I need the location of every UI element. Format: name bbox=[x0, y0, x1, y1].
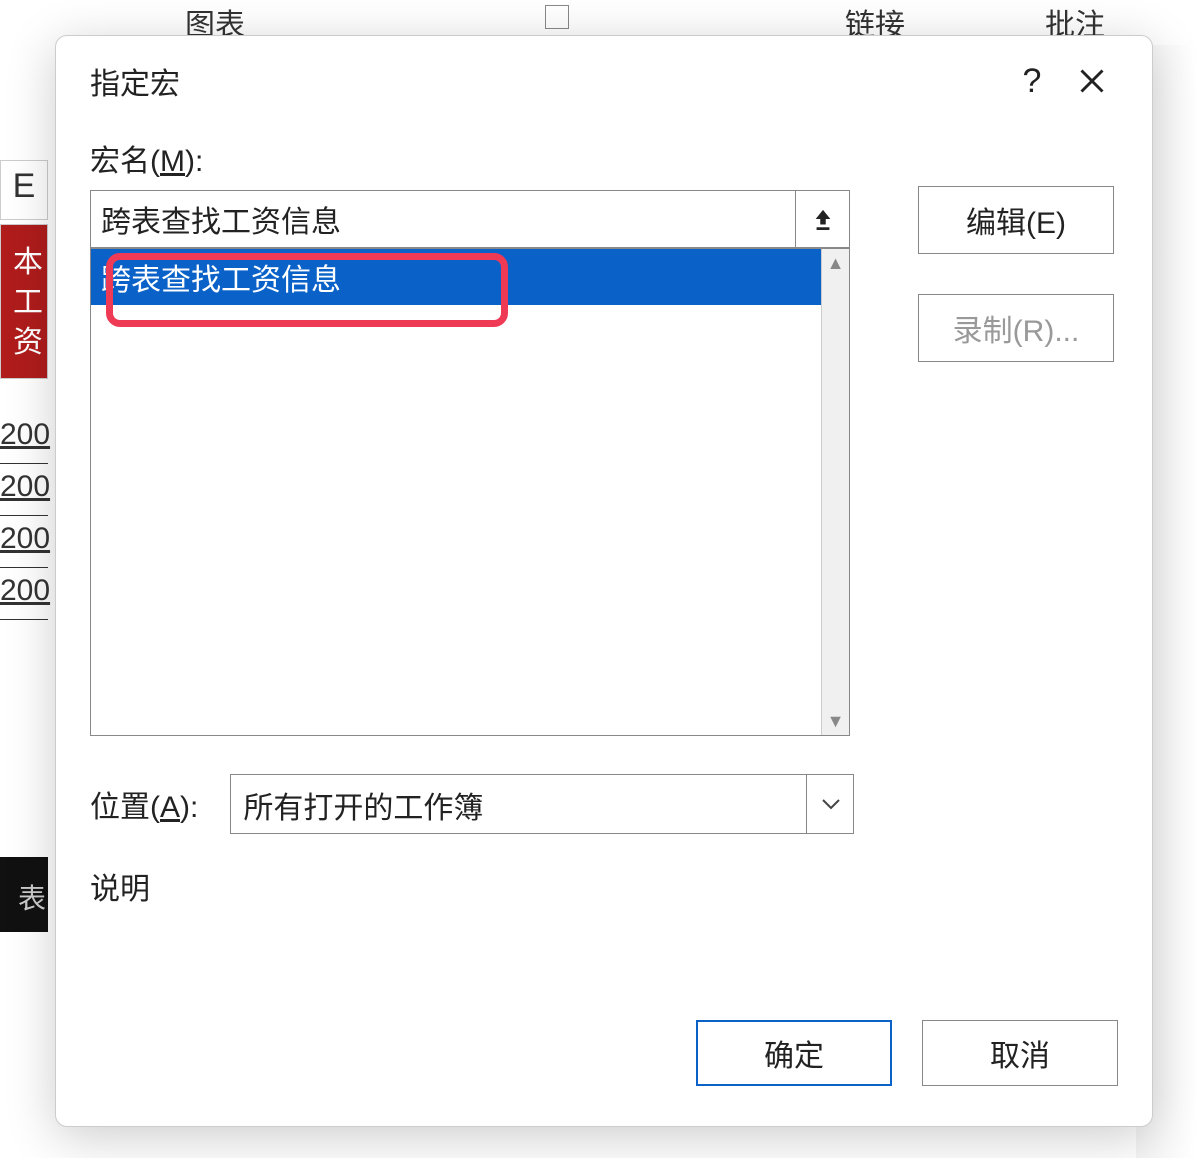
arrow-up-icon bbox=[812, 206, 834, 232]
macro-list: 跨表查找工资信息 ▲ ▼ bbox=[90, 248, 850, 736]
macro-name-label: 宏名(M): bbox=[90, 136, 888, 180]
cell-value[interactable]: 200 bbox=[0, 568, 48, 620]
dialog-title: 指定宏 bbox=[90, 59, 1002, 103]
scrollbar[interactable]: ▲ ▼ bbox=[821, 249, 849, 735]
ribbon-icon bbox=[545, 5, 569, 29]
cell-value[interactable]: 200 bbox=[0, 412, 48, 464]
dialog-footer: 确定 取消 bbox=[56, 1020, 1152, 1126]
location-label: 位置(A): bbox=[90, 782, 198, 826]
ok-button[interactable]: 确定 bbox=[696, 1020, 892, 1086]
location-select[interactable]: 所有打开的工作簿 bbox=[230, 774, 854, 834]
assign-macro-dialog: 指定宏 ? 宏名(M): bbox=[55, 35, 1153, 1127]
location-select-value[interactable]: 所有打开的工作簿 bbox=[230, 774, 854, 834]
macro-list-item[interactable]: 跨表查找工资信息 bbox=[91, 249, 821, 305]
close-button[interactable] bbox=[1062, 56, 1122, 106]
cancel-button[interactable]: 取消 bbox=[922, 1020, 1118, 1086]
macro-name-input-wrap bbox=[90, 190, 850, 248]
dialog-titlebar: 指定宏 ? bbox=[56, 36, 1152, 116]
description-label: 说明 bbox=[90, 864, 1118, 908]
collapse-button[interactable] bbox=[795, 191, 849, 247]
edit-button[interactable]: 编辑(E) bbox=[918, 186, 1114, 254]
sheet-button[interactable]: 表 bbox=[0, 857, 48, 932]
scroll-up-icon[interactable]: ▲ bbox=[822, 249, 849, 277]
record-button[interactable]: 录制(R)... bbox=[918, 294, 1114, 362]
close-icon bbox=[1078, 67, 1106, 95]
column-header[interactable]: E bbox=[0, 160, 48, 220]
macro-name-input[interactable] bbox=[91, 191, 795, 247]
cell-value[interactable]: 200 bbox=[0, 464, 48, 516]
cell-value[interactable]: 200 bbox=[0, 516, 48, 568]
chevron-down-icon[interactable] bbox=[806, 774, 854, 834]
scroll-down-icon[interactable]: ▼ bbox=[822, 707, 849, 735]
table-header-cell: 本工资 bbox=[0, 224, 48, 379]
help-button[interactable]: ? bbox=[1002, 56, 1062, 106]
